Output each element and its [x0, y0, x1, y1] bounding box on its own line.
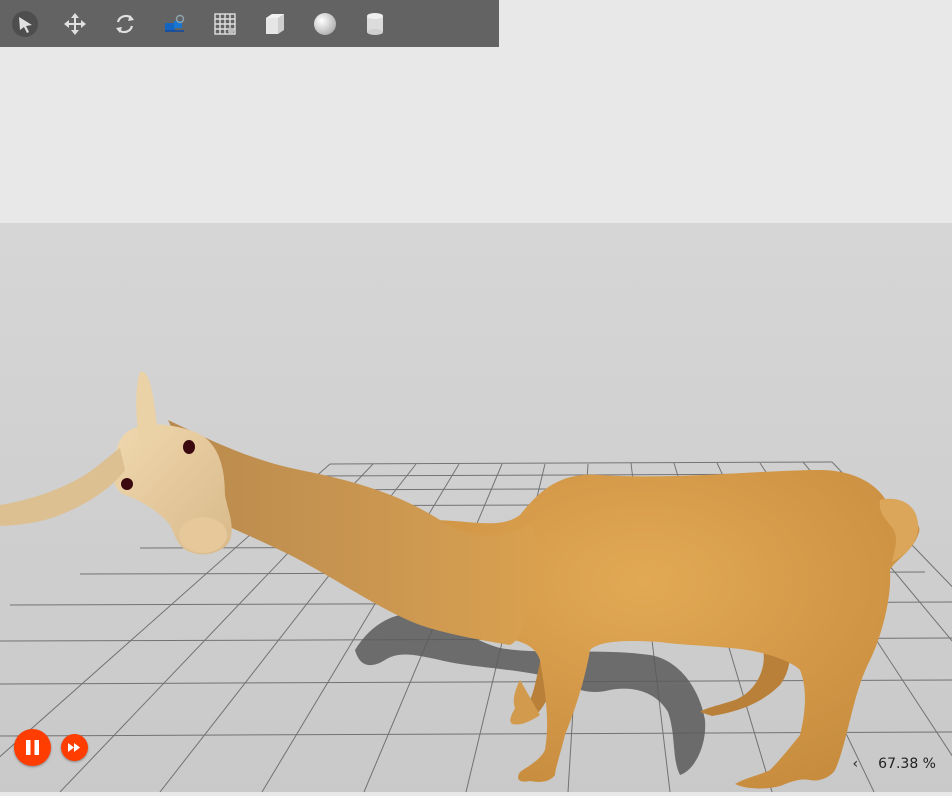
- animal-eye: [183, 440, 195, 454]
- grid-tool-button[interactable]: [200, 0, 250, 47]
- sphere-icon: [314, 12, 336, 35]
- scale-tool-button[interactable]: [150, 0, 200, 47]
- rotate-icon: [116, 14, 134, 33]
- grid-icon: [214, 12, 236, 35]
- 3d-viewport[interactable]: [0, 0, 952, 793]
- fast-forward-icon: [68, 743, 80, 752]
- scene-render: [0, 0, 952, 793]
- pause-icon: [26, 740, 39, 755]
- collapse-stats-button[interactable]: ‹: [853, 756, 859, 772]
- status-bar: ‹ 67.38 %: [853, 756, 936, 772]
- step-button[interactable]: [61, 734, 88, 761]
- rotate-tool-button[interactable]: [100, 0, 150, 47]
- translate-tool-button[interactable]: [50, 0, 100, 47]
- real-time-factor: 67.38 %: [878, 756, 936, 772]
- box-tool-button[interactable]: [250, 0, 300, 47]
- box-icon: [266, 13, 284, 34]
- playback-controls: [14, 729, 88, 766]
- select-tool-button[interactable]: [0, 0, 50, 47]
- sphere-tool-button[interactable]: [300, 0, 350, 47]
- animal-eye: [121, 478, 133, 490]
- arrow-cursor-icon: [12, 10, 38, 37]
- pause-button[interactable]: [14, 729, 51, 766]
- scale-icon: [165, 14, 185, 32]
- toolbar: [0, 0, 499, 47]
- move-arrows-icon: [64, 12, 86, 35]
- cylinder-tool-button[interactable]: [350, 0, 400, 47]
- cylinder-icon: [367, 12, 383, 35]
- animal-snout: [179, 517, 227, 553]
